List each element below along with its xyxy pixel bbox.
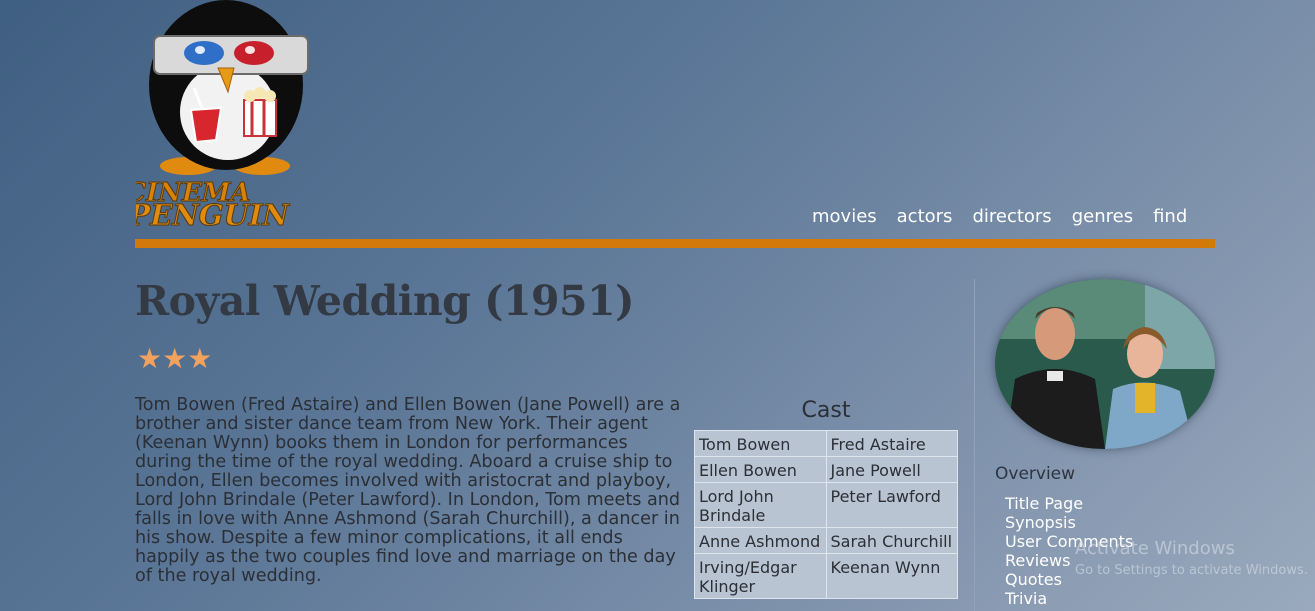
nav-link-directors[interactable]: directors (972, 205, 1051, 229)
star-rating: ★★★ (137, 342, 213, 375)
cast-role: Anne Ashmond (694, 527, 827, 554)
movie-title: Royal Wedding (1951) (135, 277, 635, 325)
cast-table: Tom Bowen Fred Astaire Ellen Bowen Jane … (694, 430, 958, 599)
sidebar-link-synopsis[interactable]: Synopsis (1005, 513, 1133, 532)
table-row: Ellen Bowen Jane Powell (694, 456, 958, 483)
logo-text-penguin: PENGUIN (136, 197, 293, 232)
cast-role: Lord John Brindale (694, 482, 827, 528)
cast-role: Tom Bowen (694, 430, 827, 457)
movie-still-image (995, 279, 1215, 449)
cinema-penguin-logo[interactable]: CINEMA PENGUIN (121, 0, 336, 232)
cast-role: Irving/Edgar Klinger (694, 553, 827, 599)
nav-link-genres[interactable]: genres (1072, 205, 1133, 229)
sidebar-link-title-page[interactable]: Title Page (1005, 494, 1133, 513)
nav-link-movies[interactable]: movies (812, 205, 877, 229)
table-row: Anne Ashmond Sarah Churchill (694, 527, 958, 554)
cast-role: Ellen Bowen (694, 456, 827, 483)
cast-actor: Jane Powell (825, 456, 958, 483)
table-row: Irving/Edgar Klinger Keenan Wynn (694, 553, 958, 599)
cast-actor: Fred Astaire (825, 430, 958, 457)
watermark-subtitle: Go to Settings to activate Windows. (1075, 563, 1308, 578)
watermark-title: Activate Windows (1075, 538, 1235, 559)
cast-actor: Keenan Wynn (825, 553, 958, 599)
table-row: Lord John Brindale Peter Lawford (694, 482, 958, 528)
table-row: Tom Bowen Fred Astaire (694, 430, 958, 457)
cast-actor: Peter Lawford (825, 482, 958, 528)
sidebar-overview-heading: Overview (995, 464, 1076, 484)
top-nav: movies actors directors genres find (812, 205, 1187, 229)
movie-synopsis: Tom Bowen (Fred Astaire) and Ellen Bowen… (135, 395, 681, 586)
nav-link-find[interactable]: find (1153, 205, 1187, 229)
sidebar-divider (974, 279, 975, 611)
cast-caption: Cast (801, 398, 851, 423)
nav-link-actors[interactable]: actors (897, 205, 953, 229)
penguin-mascot-icon: CINEMA PENGUIN (121, 0, 309, 232)
movie-still-picture (995, 279, 1215, 449)
activate-windows-watermark: Activate Windows Go to Settings to activ… (1075, 538, 1308, 580)
header-divider-bar (135, 239, 1215, 248)
cast-actor: Sarah Churchill (825, 527, 958, 554)
sidebar-link-trivia[interactable]: Trivia (1005, 589, 1133, 608)
